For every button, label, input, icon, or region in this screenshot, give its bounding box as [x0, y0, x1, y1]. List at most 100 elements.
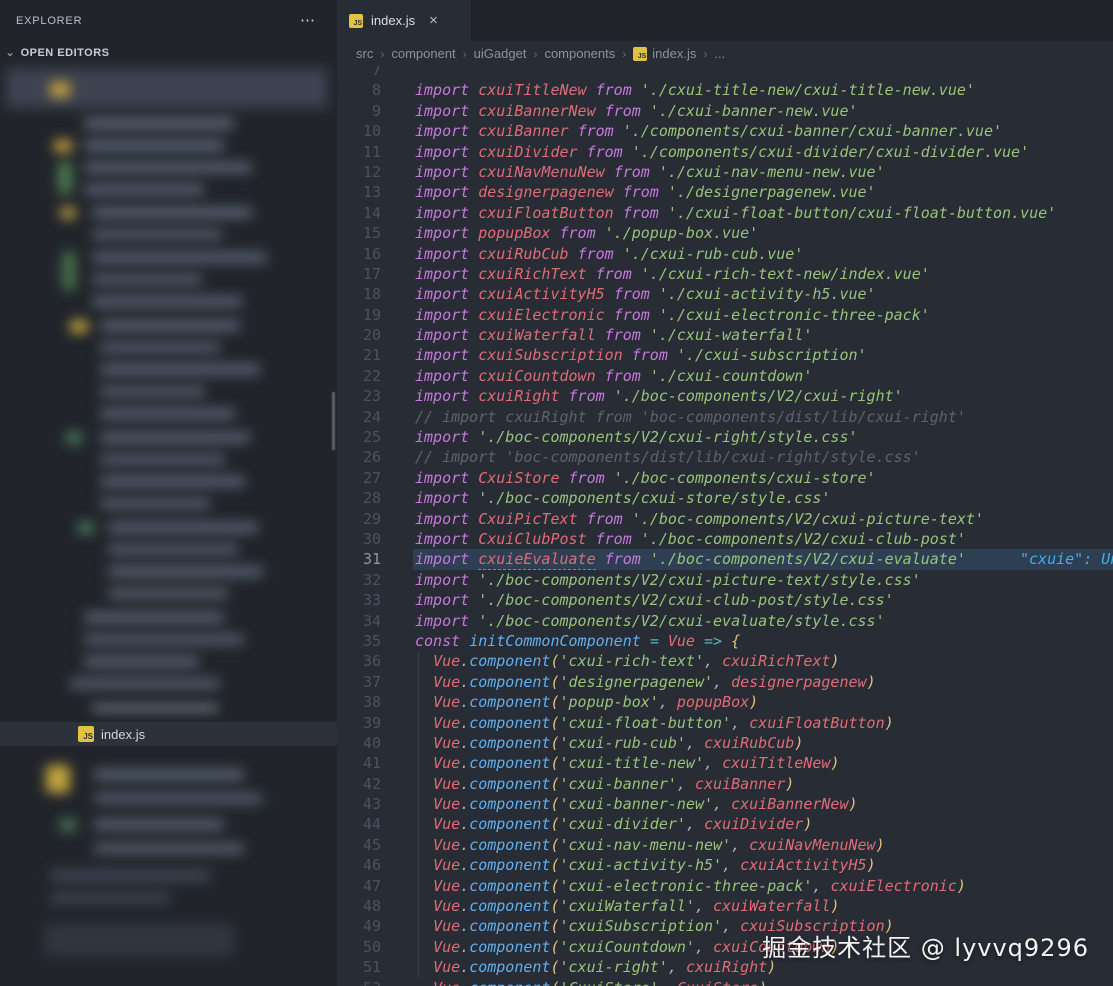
line-number[interactable]: 28: [337, 488, 381, 508]
code-line[interactable]: 19 import cxuiElectronic from './cxui-ele…: [337, 305, 1113, 325]
code-line[interactable]: 20 import cxuiWaterfall from './cxui-wate…: [337, 325, 1113, 345]
line-number[interactable]: 44: [337, 814, 381, 834]
code-line[interactable]: 30 import CxuiClubPost from './boc-compon…: [337, 529, 1113, 549]
line-number[interactable]: 23: [337, 386, 381, 406]
code-line[interactable]: 12 import cxuiNavMenuNew from './cxui-nav…: [337, 162, 1113, 182]
breadcrumb-item-uiGadget[interactable]: uiGadget: [474, 46, 527, 61]
line-number[interactable]: 52: [337, 978, 381, 986]
line-number[interactable]: 19: [337, 305, 381, 325]
code-line[interactable]: 18 import cxuiActivityH5 from './cxui-act…: [337, 284, 1113, 304]
line-number[interactable]: 50: [337, 937, 381, 957]
line-number[interactable]: 30: [337, 529, 381, 549]
close-icon[interactable]: ×: [429, 13, 438, 28]
file-tree-item-indexjs[interactable]: JS index.js: [0, 722, 337, 746]
line-number[interactable]: 45: [337, 835, 381, 855]
code-line[interactable]: 10 import cxuiBanner from './components/c…: [337, 121, 1113, 141]
code-line[interactable]: 15 import popupBox from './popup-box.vue': [337, 223, 1113, 243]
tab-indexjs[interactable]: JS index.js ×: [337, 0, 472, 41]
line-number[interactable]: 14: [337, 203, 381, 223]
code-line[interactable]: 39 Vue.component('cxui-float-button', cx…: [337, 713, 1113, 733]
line-number[interactable]: 27: [337, 468, 381, 488]
breadcrumb-item-[interactable]: ...: [714, 46, 725, 61]
code-line[interactable]: 8 import cxuiTitleNew from './cxui-title-…: [337, 80, 1113, 100]
code-line[interactable]: 13 import designerpagenew from './designe…: [337, 182, 1113, 202]
line-number[interactable]: 7: [337, 66, 381, 80]
line-number[interactable]: 39: [337, 713, 381, 733]
line-number[interactable]: 37: [337, 672, 381, 692]
line-number[interactable]: 11: [337, 142, 381, 162]
code-line[interactable]: 11 import cxuiDivider from './components/…: [337, 142, 1113, 162]
code-line[interactable]: 9 import cxuiBannerNew from './cxui-banne…: [337, 101, 1113, 121]
breadcrumb-item-indexjs[interactable]: JS index.js: [633, 46, 696, 61]
line-number[interactable]: 43: [337, 794, 381, 814]
code-line[interactable]: 21 import cxuiSubscription from './cxui-s…: [337, 345, 1113, 365]
code-line[interactable]: 16 import cxuiRubCub from './cxui-rub-cub…: [337, 244, 1113, 264]
code-line[interactable]: 34 import './boc-components/V2/cxui-evalu…: [337, 611, 1113, 631]
line-number[interactable]: 13: [337, 182, 381, 202]
code-line[interactable]: 22 import cxuiCountdown from './cxui-coun…: [337, 366, 1113, 386]
code-line[interactable]: 7: [337, 66, 1113, 80]
code-line[interactable]: 32 import './boc-components/V2/cxui-pictu…: [337, 570, 1113, 590]
code-line[interactable]: 35 const initCommonComponent = Vue => {: [337, 631, 1113, 651]
line-number[interactable]: 8: [337, 80, 381, 100]
line-number[interactable]: 33: [337, 590, 381, 610]
code-line[interactable]: 38 Vue.component('popup-box', popupBox): [337, 692, 1113, 712]
code-line[interactable]: 31 import cxuieEvaluate from './boc-compo…: [337, 549, 1113, 571]
code-line[interactable]: 41 Vue.component('cxui-title-new', cxuiT…: [337, 753, 1113, 773]
code-line[interactable]: 24 // import cxuiRight from 'boc-componen…: [337, 407, 1113, 427]
line-number[interactable]: 34: [337, 611, 381, 631]
line-number[interactable]: 15: [337, 223, 381, 243]
sidebar-scrollbar[interactable]: [332, 392, 335, 450]
code-line[interactable]: 46 Vue.component('cxui-activity-h5', cxu…: [337, 855, 1113, 875]
line-number[interactable]: 9: [337, 101, 381, 121]
code-line[interactable]: 42 Vue.component('cxui-banner', cxuiBann…: [337, 774, 1113, 794]
line-number[interactable]: 42: [337, 774, 381, 794]
code-line[interactable]: 47 Vue.component('cxui-electronic-three-…: [337, 876, 1113, 896]
line-number[interactable]: 31: [337, 549, 381, 569]
code-line[interactable]: 48 Vue.component('cxuiWaterfall', cxuiWa…: [337, 896, 1113, 916]
code-line[interactable]: 37 Vue.component('designerpagenew', desi…: [337, 672, 1113, 692]
code-line[interactable]: 45 Vue.component('cxui-nav-menu-new', cx…: [337, 835, 1113, 855]
line-number[interactable]: 20: [337, 325, 381, 345]
line-number[interactable]: 29: [337, 509, 381, 529]
line-number[interactable]: 26: [337, 447, 381, 467]
code-line[interactable]: 25 import './boc-components/V2/cxui-right…: [337, 427, 1113, 447]
line-number[interactable]: 18: [337, 284, 381, 304]
code-line[interactable]: 43 Vue.component('cxui-banner-new', cxui…: [337, 794, 1113, 814]
code-line[interactable]: 52 Vue.component('CxuiStore', CxuiStore): [337, 978, 1113, 986]
code-line[interactable]: 40 Vue.component('cxui-rub-cub', cxuiRub…: [337, 733, 1113, 753]
code-line[interactable]: 27 import CxuiStore from './boc-component…: [337, 468, 1113, 488]
line-number[interactable]: 24: [337, 407, 381, 427]
line-number[interactable]: 25: [337, 427, 381, 447]
line-number[interactable]: 41: [337, 753, 381, 773]
code-line[interactable]: 23 import cxuiRight from './boc-component…: [337, 386, 1113, 406]
line-number[interactable]: 22: [337, 366, 381, 386]
line-number[interactable]: 17: [337, 264, 381, 284]
code-line[interactable]: 17 import cxuiRichText from './cxui-rich-…: [337, 264, 1113, 284]
code-line[interactable]: 14 import cxuiFloatButton from './cxui-fl…: [337, 203, 1113, 223]
line-number[interactable]: 21: [337, 345, 381, 365]
code-line[interactable]: 33 import './boc-components/V2/cxui-club-…: [337, 590, 1113, 610]
line-number[interactable]: 12: [337, 162, 381, 182]
line-number[interactable]: 10: [337, 121, 381, 141]
line-number[interactable]: 48: [337, 896, 381, 916]
line-number[interactable]: 46: [337, 855, 381, 875]
open-editors-header[interactable]: ⌄ OPEN EDITORS: [0, 41, 337, 65]
line-number[interactable]: 16: [337, 244, 381, 264]
breadcrumb-item-component[interactable]: component: [391, 46, 455, 61]
line-number[interactable]: 40: [337, 733, 381, 753]
breadcrumb-item-components[interactable]: components: [544, 46, 615, 61]
code-line[interactable]: 44 Vue.component('cxui-divider', cxuiDiv…: [337, 814, 1113, 834]
code-line[interactable]: 26 // import 'boc-components/dist/lib/cxu…: [337, 447, 1113, 467]
code-line[interactable]: 29 import CxuiPicText from './boc-compone…: [337, 509, 1113, 529]
line-number[interactable]: 38: [337, 692, 381, 712]
line-number[interactable]: 49: [337, 916, 381, 936]
code-editor[interactable]: 7 8 import cxuiTitleNew from './cxui-title…: [337, 66, 1113, 986]
breadcrumb-item-src[interactable]: src: [356, 46, 373, 61]
code-line[interactable]: 28 import './boc-components/cxui-store/st…: [337, 488, 1113, 508]
line-number[interactable]: 51: [337, 957, 381, 977]
line-number[interactable]: 47: [337, 876, 381, 896]
line-number[interactable]: 36: [337, 651, 381, 671]
line-number[interactable]: 35: [337, 631, 381, 651]
more-actions-icon[interactable]: ⋯: [300, 13, 315, 28]
